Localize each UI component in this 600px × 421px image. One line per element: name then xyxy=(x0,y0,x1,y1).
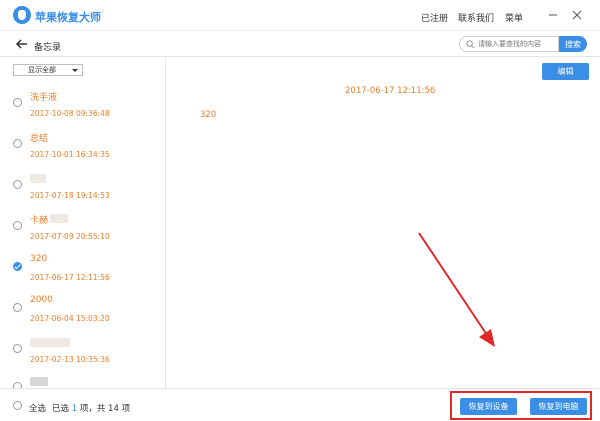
list-item[interactable]: 2017-02-13 10:35:36 xyxy=(0,336,165,376)
item-date: 2017-06-04 15:03:20 xyxy=(30,314,110,323)
annotation-arrow-icon xyxy=(418,232,495,347)
item-date: 2017-06-17 12:11:56 xyxy=(30,273,110,282)
list-item[interactable]: 总结 2017-10-01 16:34:35 xyxy=(0,131,165,171)
item-date: 2017-07-18 19:14:53 xyxy=(30,191,110,200)
back-arrow-icon[interactable] xyxy=(15,37,29,51)
item-date: 2017-10-08 09:36:48 xyxy=(30,109,110,118)
selected-prefix: 已选 xyxy=(52,404,70,414)
footer-bar: 全选 已选 1 项，共 14 项 恢复到设备 恢复到电脑 xyxy=(0,388,600,421)
app-title: 苹果恢复大师 xyxy=(35,11,101,24)
item-title: 总结 xyxy=(30,134,49,144)
search-button[interactable]: 搜索 xyxy=(559,36,587,52)
list-item[interactable]: 2000 2017-06-04 15:03:20 xyxy=(0,295,165,335)
note-detail-panel: 编辑 2017-06-17 12:11:56 320 xyxy=(167,58,600,388)
list-item[interactable]: 洗手液 2017-10-08 09:36:48 xyxy=(0,90,165,130)
list-item[interactable] xyxy=(0,377,165,388)
blurred-title xyxy=(30,174,46,183)
registered-link[interactable]: 已注册 xyxy=(421,11,448,24)
item-checkbox[interactable] xyxy=(13,139,22,148)
restore-to-device-button[interactable]: 恢复到设备 xyxy=(460,398,517,415)
note-list-sidebar: 显示全部 洗手液 2017-10-08 09:36:48 总结 2017-10-… xyxy=(0,58,166,388)
list-item[interactable]: 卡赫 2017-07-09 20:55:10 xyxy=(0,213,165,253)
item-checkbox-checked[interactable] xyxy=(13,262,22,271)
edit-button[interactable]: 编辑 xyxy=(542,63,589,80)
item-title: 卡赫 xyxy=(30,216,49,226)
blurred-title xyxy=(30,377,48,386)
select-all-label[interactable]: 全选 xyxy=(29,402,46,414)
blurred-title xyxy=(50,214,68,223)
list-item[interactable]: 2017-07-18 19:14:53 xyxy=(0,172,165,212)
item-date: 2017-07-09 20:55:10 xyxy=(30,232,110,241)
restore-to-pc-button[interactable]: 恢复到电脑 xyxy=(530,398,587,415)
search-input[interactable] xyxy=(478,38,556,50)
select-all-checkbox[interactable] xyxy=(13,401,22,410)
item-title: 320 xyxy=(30,254,48,264)
note-date: 2017-06-17 12:11:56 xyxy=(345,86,436,96)
search-icon xyxy=(466,40,475,49)
minimize-icon[interactable] xyxy=(546,8,560,22)
item-title: 2000 xyxy=(30,295,53,305)
selected-count: 1 xyxy=(71,404,78,414)
page-title: 备忘录 xyxy=(34,43,62,53)
sub-header: 备忘录 搜索 xyxy=(0,32,600,57)
search-box[interactable] xyxy=(459,36,559,52)
item-checkbox[interactable] xyxy=(13,221,22,230)
filter-dropdown-label: 显示全部 xyxy=(28,66,56,74)
item-checkbox[interactable] xyxy=(13,180,22,189)
item-checkbox[interactable] xyxy=(13,98,22,107)
selection-count: 已选 1 项，共 14 项 xyxy=(52,402,130,414)
item-date: 2017-10-01 16:34:35 xyxy=(30,150,110,159)
item-title: 洗手液 xyxy=(30,93,58,103)
note-body: 320 xyxy=(200,110,217,120)
item-checkbox[interactable] xyxy=(13,344,22,353)
filter-dropdown[interactable]: 显示全部 xyxy=(13,64,83,76)
close-icon[interactable] xyxy=(570,8,584,22)
title-bar: 苹果恢复大师 已注册 联系我们 菜单 xyxy=(0,0,600,31)
item-checkbox[interactable] xyxy=(13,303,22,312)
chevron-down-icon xyxy=(72,69,78,72)
item-date: 2017-02-13 10:35:36 xyxy=(30,355,110,364)
contact-us-link[interactable]: 联系我们 xyxy=(458,11,494,24)
menu-link[interactable]: 菜单 xyxy=(505,11,523,24)
blurred-title xyxy=(30,338,70,347)
selected-suffix: 项，共 14 项 xyxy=(79,404,131,414)
list-item-selected[interactable]: 320 2017-06-17 12:11:56 xyxy=(0,254,165,294)
app-logo-icon xyxy=(13,6,31,24)
sidebar-scrollbar[interactable] xyxy=(163,58,165,388)
